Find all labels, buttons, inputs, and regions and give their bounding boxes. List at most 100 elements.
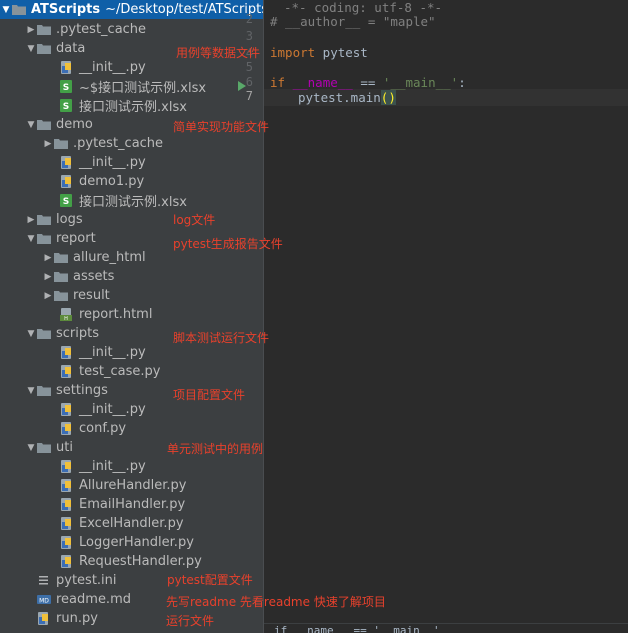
annotation-6: 单元测试中的用例 — [167, 442, 264, 456]
tree-item-21[interactable]: conf.py — [0, 419, 263, 438]
paren-match: () — [380, 90, 396, 105]
tree-item-23[interactable]: __init__.py — [0, 457, 263, 476]
tree-item-15[interactable]: Hreport.html — [0, 305, 263, 324]
tree-item-label: AllureHandler.py — [79, 478, 187, 493]
tree-item-label: assets — [73, 269, 115, 284]
settings-file-icon — [37, 574, 51, 587]
tree-item-13[interactable]: ▶ assets — [0, 267, 263, 286]
tree-item-26[interactable]: ExcelHandler.py — [0, 514, 263, 533]
python-file-icon — [60, 517, 74, 530]
chevron-right-icon[interactable]: ▶ — [42, 253, 54, 263]
markdown-file-icon: MD — [37, 593, 51, 606]
chevron-down-icon[interactable]: ▼ — [25, 234, 37, 244]
operator-eq: == — [352, 75, 383, 90]
tree-item-label: RequestHandler.py — [79, 554, 202, 569]
tree-item-4[interactable]: S 接口测试示例.xlsx — [0, 96, 263, 115]
tree-item-24[interactable]: AllureHandler.py — [0, 476, 263, 495]
tree-item-8[interactable]: demo1.py — [0, 172, 263, 191]
run-arrow-icon[interactable] — [237, 76, 249, 91]
folder-icon — [54, 137, 68, 150]
tree-item-label: __init__.py — [79, 345, 146, 360]
svg-text:H: H — [64, 316, 68, 321]
python-file-icon — [60, 422, 74, 435]
tree-item-label: ~$接口测试示例.xlsx — [79, 81, 207, 96]
tree-item-0[interactable]: ▶ .pytest_cache — [0, 20, 263, 39]
tree-item-label: pytest.ini — [56, 573, 117, 588]
folder-icon — [54, 270, 68, 283]
code-line-2: # __author__ = "maple" — [270, 14, 436, 29]
tree-item-25[interactable]: EmailHandler.py — [0, 495, 263, 514]
spreadsheet-file-icon: S — [60, 194, 74, 207]
tree-item-label: demo1.py — [79, 174, 145, 189]
python-file-icon — [60, 175, 74, 188]
svg-text:S: S — [63, 83, 69, 93]
tree-item-14[interactable]: ▶ result — [0, 286, 263, 305]
tree-item-label: 接口测试示例.xlsx — [79, 195, 187, 210]
folder-icon — [54, 251, 68, 264]
tree-item-10[interactable]: ▶ logs — [0, 210, 263, 229]
python-file-icon — [60, 403, 74, 416]
tree-item-label: readme.md — [56, 592, 131, 607]
folder-icon — [12, 3, 26, 16]
chevron-down-icon[interactable]: ▼ — [25, 329, 37, 339]
code-editor[interactable]: -*- coding: utf-8 -*- # __author__ = "ma… — [264, 0, 628, 633]
tree-item-3[interactable]: S ~$接口测试示例.xlsx — [0, 77, 263, 96]
annotation-0: 用例等数据文件 — [176, 46, 261, 60]
folder-icon — [37, 118, 51, 131]
project-root[interactable]: ▼ ATScripts ~/Desktop/test/ATScripts — [0, 0, 263, 19]
chevron-down-icon[interactable]: ▼ — [25, 44, 37, 54]
python-file-icon — [60, 346, 74, 359]
tree-item-label: conf.py — [79, 421, 127, 436]
folder-icon — [54, 289, 68, 302]
tree-item-27[interactable]: LoggerHandler.py — [0, 533, 263, 552]
dunder-name: __name__ — [292, 75, 353, 90]
folder-icon — [37, 42, 51, 55]
chevron-down-icon[interactable]: ▼ — [25, 443, 37, 453]
svg-text:S: S — [63, 197, 69, 207]
code-line-4: import pytest — [270, 44, 368, 61]
chevron-down-icon[interactable]: ▼ — [0, 5, 12, 15]
python-file-icon — [60, 498, 74, 511]
annotation-3: pytest生成报告文件 — [173, 237, 283, 251]
keyword-if: if — [270, 75, 286, 90]
tree-item-7[interactable]: __init__.py — [0, 153, 263, 172]
chevron-right-icon[interactable]: ▶ — [42, 139, 54, 149]
svg-text:S: S — [63, 102, 69, 112]
chevron-right-icon[interactable]: ▶ — [42, 272, 54, 282]
annotation-9: 运行文件 — [166, 614, 215, 628]
tree-item-9[interactable]: S 接口测试示例.xlsx — [0, 191, 263, 210]
tree-item-label: run.py — [56, 611, 98, 626]
tree-item-label: demo — [56, 117, 93, 132]
folder-icon — [37, 213, 51, 226]
chevron-right-icon[interactable]: ▶ — [25, 25, 37, 35]
chevron-down-icon[interactable]: ▼ — [25, 386, 37, 396]
tree-item-label: LoggerHandler.py — [79, 535, 194, 550]
tree-item-28[interactable]: RequestHandler.py — [0, 552, 263, 571]
annotation-1: 简单实现功能文件 — [173, 120, 270, 134]
tree-item-label: test_case.py — [79, 364, 161, 379]
tree-item-31[interactable]: run.py — [0, 609, 263, 628]
chevron-down-icon[interactable]: ▼ — [25, 120, 37, 130]
tree-item-label: .pytest_cache — [56, 22, 147, 37]
svg-text:MD: MD — [39, 598, 49, 605]
tree-item-18[interactable]: test_case.py — [0, 362, 263, 381]
chevron-right-icon[interactable]: ▶ — [42, 291, 54, 301]
folder-icon — [37, 384, 51, 397]
python-file-icon — [60, 460, 74, 473]
tree-item-label: .pytest_cache — [73, 136, 164, 151]
editor-breadcrumb[interactable]: if __name__ == '__main__' — [264, 623, 628, 633]
tree-item-label: allure_html — [73, 250, 146, 265]
spreadsheet-file-icon: S — [60, 80, 74, 93]
chevron-right-icon[interactable]: ▶ — [25, 215, 37, 225]
string-main: '__main__' — [382, 75, 459, 90]
annotation-5: 项目配置文件 — [173, 388, 246, 402]
tree-item-label: ExcelHandler.py — [79, 516, 184, 531]
annotation-7: pytest配置文件 — [167, 573, 253, 587]
tree-item-label: uti — [56, 440, 73, 455]
python-file-icon — [60, 479, 74, 492]
call-pytest-main: pytest.main — [298, 90, 381, 105]
python-file-icon — [60, 555, 74, 568]
tree-item-label: settings — [56, 383, 108, 398]
html-file-icon: H — [60, 308, 74, 321]
tree-item-6[interactable]: ▶ .pytest_cache — [0, 134, 263, 153]
